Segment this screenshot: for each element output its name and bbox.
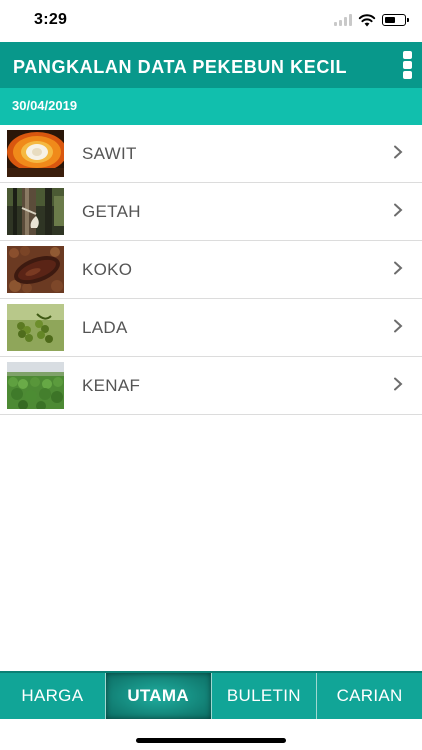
- menu-button[interactable]: [401, 51, 413, 79]
- cellular-signal-icon: [334, 14, 352, 26]
- crop-label: LADA: [82, 318, 128, 337]
- date-bar: 30/04/2019: [0, 88, 422, 125]
- crop-label: KENAF: [82, 376, 141, 395]
- chevron-right-icon: [394, 145, 403, 159]
- wifi-icon: [358, 14, 376, 27]
- bottom-tab-bar: HARGA UTAMA BULETIN CARIAN: [0, 671, 422, 719]
- crop-label: KOKO: [82, 260, 133, 279]
- list-item-lada[interactable]: LADA: [0, 299, 422, 357]
- chevron-right-icon: [394, 377, 403, 391]
- home-indicator[interactable]: [136, 738, 286, 743]
- kenaf-field-image: [7, 362, 64, 409]
- status-icons: [334, 13, 409, 27]
- vertical-dots-icon: [402, 51, 412, 59]
- oil-palm-fruit-image: [7, 130, 64, 177]
- crop-label: GETAH: [82, 202, 141, 221]
- page-title: PANGKALAN DATA PEKEBUN KECIL: [13, 57, 348, 77]
- list-item-getah[interactable]: GETAH: [0, 183, 422, 241]
- list-item-koko[interactable]: KOKO: [0, 241, 422, 299]
- tab-buletin[interactable]: BULETIN: [212, 673, 318, 719]
- crop-label: SAWIT: [82, 144, 137, 163]
- tab-utama[interactable]: UTAMA: [105, 673, 212, 719]
- status-bar: 3:29: [0, 0, 422, 42]
- battery-icon: [382, 14, 409, 26]
- chevron-right-icon: [394, 203, 403, 217]
- tab-carian[interactable]: CARIAN: [317, 673, 422, 719]
- crop-list: SAWIT GETAH KOKO LADA KENAF: [0, 125, 422, 415]
- chevron-right-icon: [394, 319, 403, 333]
- list-item-sawit[interactable]: SAWIT: [0, 125, 422, 183]
- tab-harga[interactable]: HARGA: [0, 673, 106, 719]
- status-time: 3:29: [34, 11, 68, 28]
- pepper-berries-image: [7, 304, 64, 351]
- list-item-kenaf[interactable]: KENAF: [0, 357, 422, 415]
- cocoa-pod-image: [7, 246, 64, 293]
- current-date: 30/04/2019: [12, 98, 78, 113]
- chevron-right-icon: [394, 261, 403, 275]
- rubber-tapping-image: [7, 188, 64, 235]
- app-header: PANGKALAN DATA PEKEBUN KECIL: [0, 42, 422, 88]
- battery-level: [384, 16, 395, 23]
